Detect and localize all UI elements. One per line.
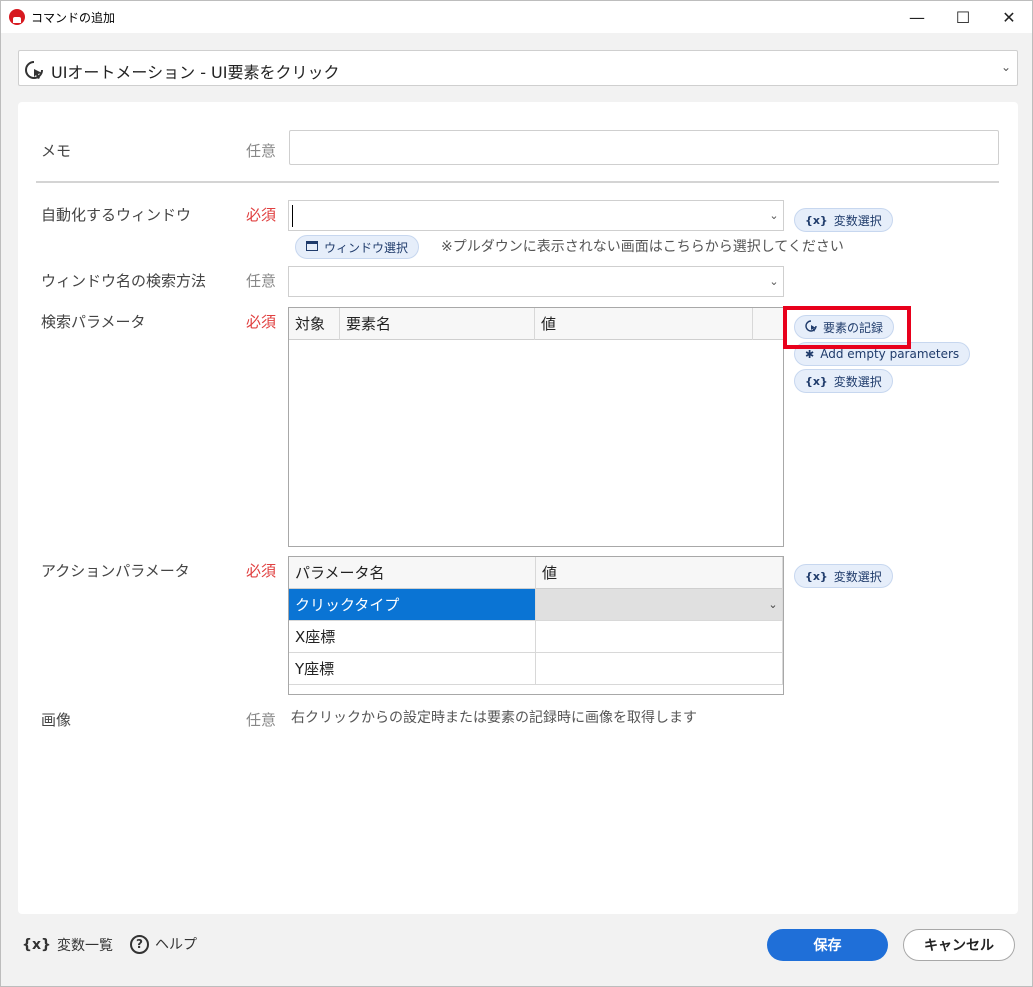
column-header[interactable]: 値 <box>536 557 783 589</box>
search-params-var-button[interactable]: {x} 変数選択 <box>794 369 893 393</box>
column-header[interactable]: 値 <box>535 308 753 340</box>
table-header: パラメータ名 値 <box>289 557 783 589</box>
column-header[interactable]: 対象 <box>289 308 340 340</box>
text-caret <box>292 205 293 227</box>
cancel-button[interactable]: キャンセル <box>903 929 1015 961</box>
variable-icon: {x} <box>22 937 51 953</box>
form-panel: メモ 任意 自動化するウィンドウ 必須 ⌄ {x} 変数選択 ウィンドウ選択 ※… <box>18 102 1018 914</box>
image-label: 画像 <box>41 711 72 729</box>
variables-list-link[interactable]: {x} 変数一覧 <box>22 935 113 955</box>
table-row-value[interactable] <box>536 621 783 653</box>
table-row-name[interactable]: Y座標 <box>289 653 536 685</box>
search-params-required-badge: 必須 <box>246 313 277 331</box>
add-empty-params-label: Add empty parameters <box>820 347 960 361</box>
action-params-label: アクションパラメータ <box>41 562 190 580</box>
memo-optional-badge: 任意 <box>246 142 277 160</box>
select-window-button[interactable]: ウィンドウ選択 <box>295 235 420 259</box>
maximize-button[interactable]: ☐ <box>940 1 986 33</box>
click-type-select[interactable]: ⌄ <box>536 589 783 621</box>
select-window-label: ウィンドウ選択 <box>324 240 409 255</box>
search-params-label: 検索パラメータ <box>41 313 146 331</box>
window-title: コマンドの追加 <box>31 11 116 25</box>
table-row-value[interactable] <box>536 653 783 685</box>
table-row-name[interactable]: クリックタイプ <box>289 589 536 621</box>
variable-icon: {x} <box>805 569 828 583</box>
action-params-table[interactable]: パラメータ名 値 クリックタイプ ⌄ X座標 Y座標 <box>288 556 784 695</box>
column-header[interactable]: 要素名 <box>340 308 535 340</box>
chevron-down-icon: ⌄ <box>1000 60 1011 74</box>
command-select[interactable]: UIオートメーション - UI要素をクリック ⌄ <box>18 50 1018 86</box>
window-search-combo[interactable]: ⌄ <box>288 266 784 297</box>
dialog-window: コマンドの追加 — ☐ ✕ UIオートメーション - UI要素をクリック ⌄ メ… <box>0 0 1033 987</box>
search-params-table[interactable]: 対象 要素名 値 <box>288 307 784 547</box>
section-divider <box>36 181 999 183</box>
search-params-var-label: 変数選択 <box>833 374 882 389</box>
variables-list-label: 変数一覧 <box>56 938 113 954</box>
variable-icon: {x} <box>805 213 828 227</box>
help-label: ヘルプ <box>155 937 197 953</box>
action-params-required-badge: 必須 <box>246 562 277 580</box>
variable-icon: {x} <box>805 374 828 388</box>
save-button[interactable]: 保存 <box>767 929 888 961</box>
help-icon: ? <box>130 934 149 954</box>
chevron-down-icon[interactable]: ⌄ <box>764 589 782 620</box>
memo-label: メモ <box>41 142 72 160</box>
action-params-var-button[interactable]: {x} 変数選択 <box>794 564 893 588</box>
target-window-required-badge: 必須 <box>246 206 277 224</box>
asterisk-icon: ✱ <box>805 347 815 361</box>
image-description: 右クリックからの設定時または要素の記録時に画像を取得します <box>291 710 697 726</box>
image-optional-badge: 任意 <box>246 711 277 729</box>
chevron-down-icon[interactable]: ⌄ <box>765 267 783 296</box>
target-window-var-label: 変数選択 <box>833 213 882 228</box>
table-header: 対象 要素名 値 <box>289 308 783 340</box>
help-link[interactable]: ? ヘルプ <box>130 934 197 954</box>
action-params-var-label: 変数選択 <box>833 569 882 584</box>
chevron-down-icon[interactable]: ⌄ <box>765 201 783 230</box>
command-select-value: UIオートメーション - UI要素をクリック <box>51 63 340 82</box>
select-window-hint: ※プルダウンに表示されない画面はこちらから選択してください <box>441 239 844 255</box>
highlight-box <box>783 306 911 349</box>
minimize-button[interactable]: — <box>894 1 940 33</box>
window-search-optional-badge: 任意 <box>246 272 277 290</box>
window-search-label: ウィンドウ名の検索方法 <box>41 272 207 290</box>
title-bar: コマンドの追加 — ☐ ✕ <box>1 1 1032 33</box>
window-icon <box>306 240 318 254</box>
cursor-click-icon <box>25 61 43 79</box>
table-row-name[interactable]: X座標 <box>289 621 536 653</box>
app-logo-icon <box>9 9 25 25</box>
target-window-combo[interactable]: ⌄ <box>288 200 784 231</box>
close-button[interactable]: ✕ <box>986 1 1032 33</box>
column-header[interactable]: パラメータ名 <box>289 557 536 589</box>
memo-input[interactable] <box>289 130 999 165</box>
target-window-var-button[interactable]: {x} 変数選択 <box>794 208 893 232</box>
target-window-label: 自動化するウィンドウ <box>41 206 192 224</box>
